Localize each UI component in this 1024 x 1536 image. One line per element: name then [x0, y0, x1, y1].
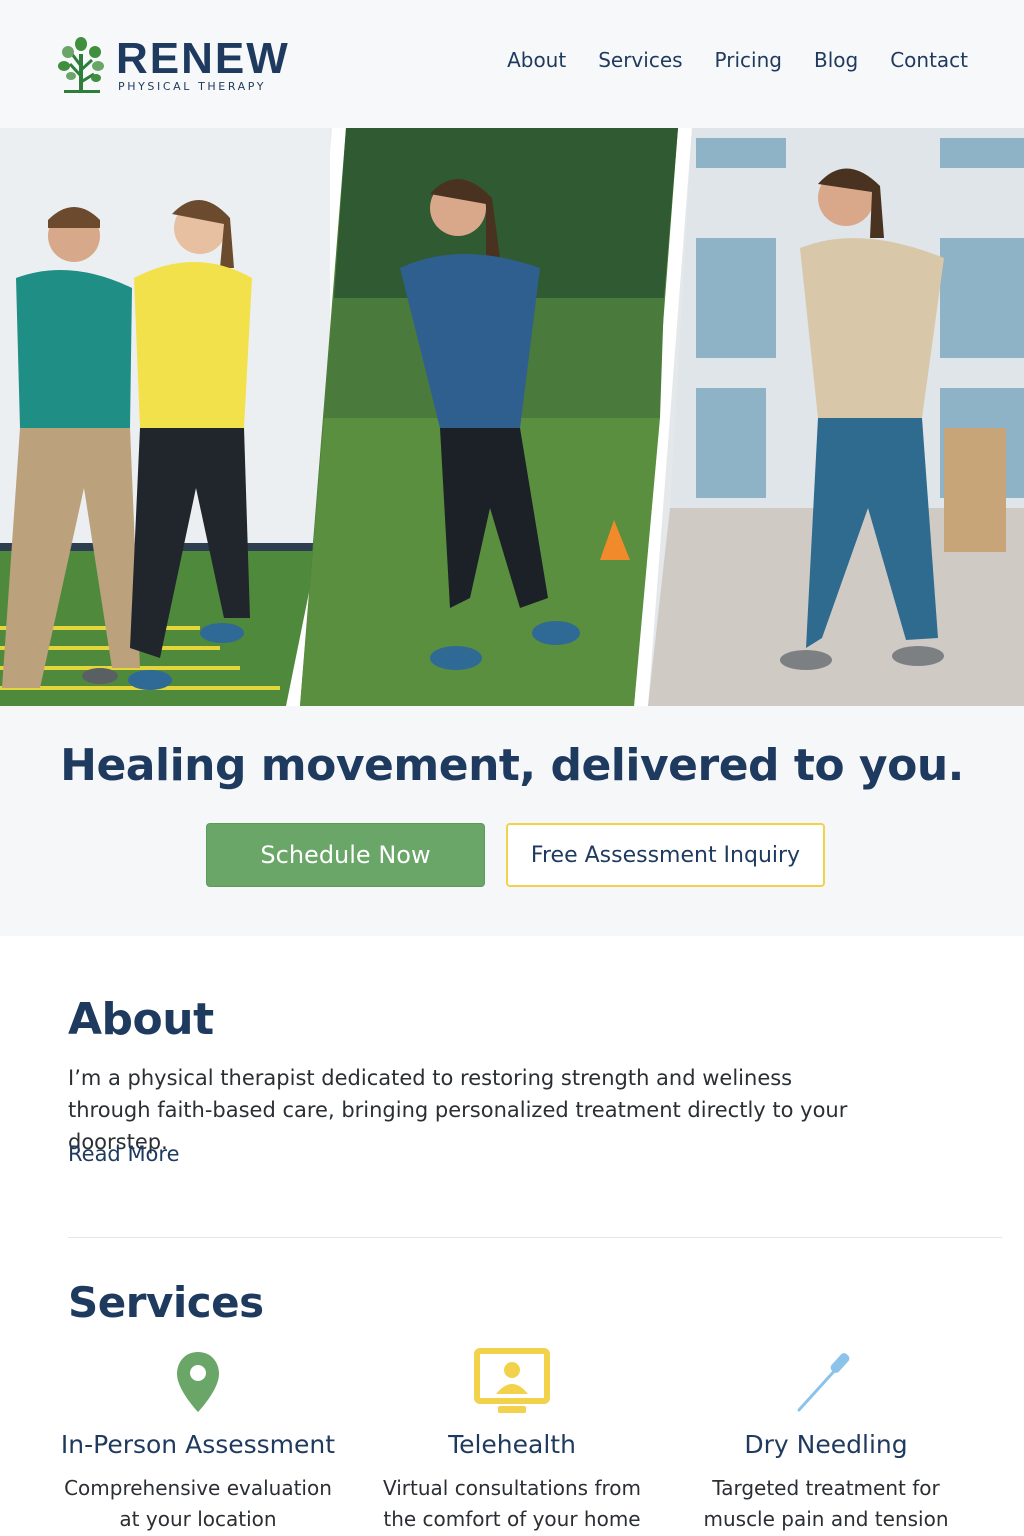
- service-telehealth[interactable]: Telehealth Virtual consultations from th…: [362, 1346, 662, 1535]
- service-description: Comprehensive evaluation at your locatio…: [64, 1476, 332, 1531]
- service-title: In-Person Assessment: [60, 1430, 336, 1459]
- nav-blog[interactable]: Blog: [814, 48, 858, 72]
- service-in-person-assessment[interactable]: In-Person Assessment Comprehensive evalu…: [48, 1346, 348, 1535]
- about-text: I’m a physical therapist dedicated to re…: [68, 1066, 848, 1154]
- logo-subtitle: PHYSICAL THERAPY: [118, 80, 267, 93]
- read-more-link[interactable]: Read More: [68, 1142, 180, 1166]
- service-description: Targeted treatment for muscle pain and t…: [703, 1476, 949, 1531]
- hero-image-collage: [0, 128, 1024, 706]
- service-title: Dry Needling: [744, 1430, 908, 1459]
- nav-contact[interactable]: Contact: [890, 48, 968, 72]
- monitor-person-icon: [474, 1348, 550, 1413]
- hero-headline: Healing movement, delivered to you.: [60, 740, 964, 791]
- schedule-now-button[interactable]: Schedule Now: [206, 823, 485, 887]
- logo-wordmark: RENEW: [116, 34, 290, 83]
- section-divider: [68, 1237, 1002, 1238]
- service-description: Virtual consultations from the comfort o…: [383, 1476, 641, 1531]
- free-assessment-inquiry-button[interactable]: Free Assessment Inquiry: [506, 823, 825, 887]
- service-title: Telehealth: [448, 1430, 576, 1459]
- logo[interactable]: RENEW PHYSICAL THERAPY: [56, 36, 290, 94]
- needle-icon: [797, 1353, 850, 1412]
- hero-photo-therapist-agility: [0, 128, 332, 706]
- hero-photo-walking: [648, 128, 1024, 706]
- nav-about[interactable]: About: [507, 48, 566, 72]
- service-dry-needling[interactable]: Dry Needling Targeted treatment for musc…: [676, 1346, 976, 1535]
- nav-services[interactable]: Services: [598, 48, 682, 72]
- about-heading: About: [68, 994, 214, 1045]
- services-heading: Services: [68, 1278, 264, 1327]
- location-pin-icon: [177, 1352, 219, 1412]
- site-header: RENEW PHYSICAL THERAPY About Services Pr…: [0, 0, 1024, 128]
- hero-photo-outdoor-run: [300, 128, 678, 706]
- tree-logo-icon: [58, 37, 104, 93]
- nav-pricing[interactable]: Pricing: [715, 48, 782, 72]
- main-nav: About Services Pricing Blog Contact: [507, 48, 968, 72]
